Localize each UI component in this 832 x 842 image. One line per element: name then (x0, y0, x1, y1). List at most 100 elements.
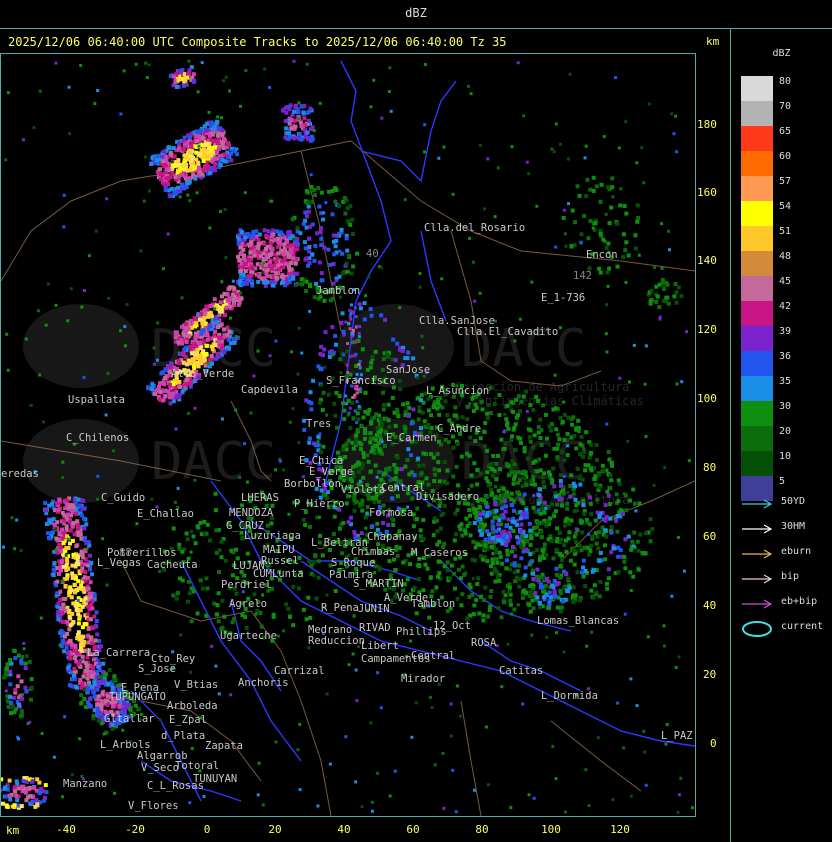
legend-panel: dBZ 80 70 65 60 57 54 51 48 45 42 39 36 35 30 20 10 5 50… (731, 28, 832, 842)
place-label: LHERAS (241, 492, 279, 504)
track-arrow-icon (742, 499, 773, 509)
track-label: 30HM (781, 521, 806, 532)
x-tick-label: 20 (268, 823, 282, 836)
place-label: Uspallata (68, 394, 125, 406)
km-unit-bottom: km (6, 824, 20, 837)
place-label: V_Seco (141, 762, 179, 774)
place-label: S_Francisco (326, 375, 396, 387)
scale-swatch (741, 176, 773, 201)
scale-label: 5 (779, 476, 786, 487)
x-tick-label: 40 (337, 823, 351, 836)
place-label: TUPUNGATO (109, 691, 166, 703)
place-label: Luzuriaga (244, 530, 301, 542)
place-label: C_Andre (437, 423, 481, 435)
place-label: P_Hierro (294, 498, 345, 510)
place-label: Arboleda (167, 700, 218, 712)
place-label: JUNIN (358, 603, 390, 615)
place-label: 88 (119, 547, 132, 559)
y-tick-label: 180 (697, 118, 717, 131)
place-label: 12_Oct (433, 620, 471, 632)
track-arrow-icon (742, 549, 773, 559)
scale-label: 36 (779, 351, 792, 362)
place-label: Agrelo (229, 598, 267, 610)
scale-swatch (741, 101, 773, 126)
track-legend-item: 50YD (741, 496, 831, 512)
place-label: Gltallar (104, 713, 155, 725)
place-label: Mirador (401, 673, 445, 685)
scale-label: 70 (779, 101, 792, 112)
place-label: S_MARTIN (353, 578, 404, 590)
x-tick-label: -40 (56, 823, 76, 836)
place-label: V_Btias (174, 679, 218, 691)
scale-swatch (741, 326, 773, 351)
scale-label: 35 (779, 376, 792, 387)
x-tick-label: 100 (541, 823, 561, 836)
scale-label: 42 (779, 301, 792, 312)
place-label: Reduccion (308, 635, 365, 647)
track-legend-item: 30HM (741, 521, 831, 537)
track-legend-item: current (741, 621, 831, 637)
y-tick-label: 60 (703, 530, 717, 543)
place-label: V_Flores (128, 800, 179, 812)
scale-label: 30 (779, 401, 792, 412)
place-label: 40 (366, 248, 379, 260)
scale-swatch (741, 126, 773, 151)
place-label: eredas (1, 468, 39, 480)
scale-label: 39 (779, 326, 792, 337)
composite-caption: 2025/12/06 06:40:00 UTC Composite Tracks… (8, 35, 507, 49)
place-label: Tres (306, 418, 331, 430)
scale-label: 45 (779, 276, 792, 287)
place-label: C_Chilenos (66, 432, 129, 444)
place-label: Divisadero (416, 491, 479, 503)
scale-swatch (741, 251, 773, 276)
track-arrow-icon (742, 574, 773, 584)
track-label: eb+bip (781, 596, 818, 607)
place-label: RIVAD (359, 622, 391, 634)
place-label: Encon (586, 249, 618, 261)
place-label: Clla.El_Cavadito (457, 326, 558, 338)
y-tick-label: 140 (697, 254, 717, 267)
place-label: Jamblon (316, 285, 360, 297)
y-tick-label: 80 (703, 461, 717, 474)
track-label: bip (781, 571, 800, 582)
scale-swatch (741, 426, 773, 451)
place-label: E_Zpal (169, 714, 207, 726)
legend-title: dBZ (772, 48, 791, 59)
place-label: R_Pena (321, 602, 359, 614)
place-label: 142 (573, 270, 592, 282)
scale-label: 60 (779, 151, 792, 162)
x-tick-label: 0 (203, 823, 211, 836)
track-legend-item: eburn (741, 546, 831, 562)
place-label: Anchoris (238, 677, 289, 689)
svg-text:DACC: DACC (151, 432, 276, 492)
y-tick-label: 160 (697, 186, 717, 199)
scale-label: 80 (779, 76, 792, 87)
x-tick-label: -20 (125, 823, 145, 836)
y-tick-label: 120 (697, 323, 717, 336)
place-label: C_Guido (101, 492, 145, 504)
place-label: Libert (361, 640, 399, 652)
place-label: d_Plata (161, 730, 205, 742)
place-label: ROSA (471, 637, 497, 649)
radar-map[interactable]: DACC DACC DACC DACC Dirección de Agricul… (0, 53, 696, 817)
x-tick-label: 120 (610, 823, 630, 836)
scale-label: 65 (779, 126, 792, 137)
place-label: Lomas_Blancas (537, 615, 619, 627)
scale-swatch (741, 301, 773, 326)
place-label: Manzano (63, 778, 107, 790)
x-tick-label: 80 (475, 823, 489, 836)
place-label: Chapanay (367, 531, 418, 543)
place-label: S_Jose (138, 663, 176, 675)
place-label: Capdevila (241, 384, 298, 396)
y-tick-label: 20 (703, 668, 717, 681)
place-label: Formosa (369, 507, 413, 519)
place-label: Alto_Verde (171, 368, 234, 380)
place-label: La_Carrera (87, 647, 150, 659)
scale-label: 48 (779, 251, 792, 262)
y-tick-label: 40 (703, 599, 717, 612)
scale-swatch (741, 376, 773, 401)
y-tick-label: 0 (710, 737, 717, 750)
track-arrow-icon (742, 524, 773, 534)
place-label: L_Asuncion (426, 385, 489, 397)
place-label: L_PAZ (661, 730, 693, 742)
